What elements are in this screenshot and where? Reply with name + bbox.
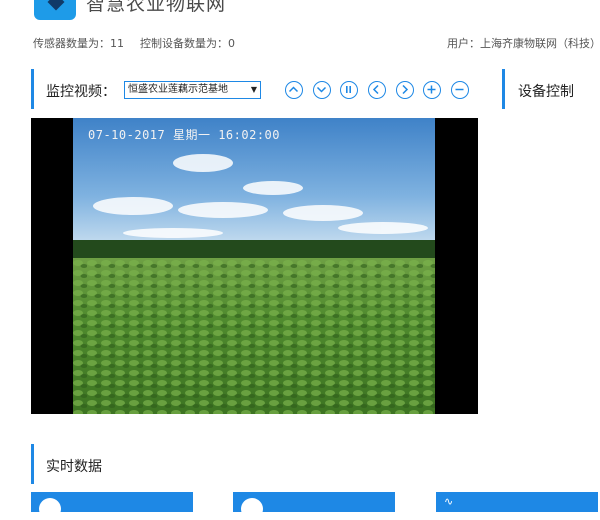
video-player[interactable] xyxy=(31,118,478,414)
minus-icon xyxy=(455,88,464,91)
up-button[interactable] xyxy=(285,81,303,99)
pause-icon xyxy=(346,86,351,93)
dropdown-arrow-icon: ▼ xyxy=(250,85,257,94)
camera-select[interactable]: 恒盛农业莲藕示范基地 ▼ xyxy=(124,81,261,99)
zoom-out-button[interactable] xyxy=(451,81,469,99)
video-timestamp: 07-10-2017 星期一 16:02:00 xyxy=(88,128,280,142)
down-button[interactable] xyxy=(313,81,331,99)
camera-select-value: 恒盛农业莲藕示范基地 xyxy=(128,84,228,95)
monitor-video-label: 监控视频： xyxy=(46,84,116,100)
video-frame-lotus-field xyxy=(73,118,435,414)
data-card[interactable] xyxy=(31,492,193,520)
pause-button[interactable] xyxy=(340,81,358,99)
control-device-count: 控制设备数量为：0 xyxy=(140,37,235,50)
user-info: 用户：上海齐康物联网（科技） xyxy=(447,37,600,50)
zoom-in-button[interactable] xyxy=(423,81,441,99)
chevron-right-icon xyxy=(402,84,409,95)
device-control-section-bar xyxy=(502,69,505,109)
chart-icon: ∿ xyxy=(444,495,454,508)
sensor-icon xyxy=(241,498,263,520)
realtime-data-label: 实时数据 xyxy=(46,459,102,475)
sensor-icon xyxy=(39,498,61,520)
chevron-left-icon xyxy=(372,84,379,95)
monitor-section-bar xyxy=(31,69,34,109)
logo-diamond-icon xyxy=(47,0,65,11)
data-card[interactable]: ∿ xyxy=(436,492,598,512)
app-title: 智慧农业物联网 xyxy=(86,0,227,15)
right-button[interactable] xyxy=(396,81,414,99)
plus-icon xyxy=(427,85,436,94)
device-control-label: 设备控制 xyxy=(518,84,574,100)
realtime-section-bar xyxy=(31,444,34,484)
left-button[interactable] xyxy=(368,81,386,99)
sensor-count: 传感器数量为：11 xyxy=(33,37,124,50)
app-logo xyxy=(34,0,76,20)
chevron-down-icon xyxy=(316,86,327,93)
chevron-up-icon xyxy=(288,86,299,93)
data-card[interactable] xyxy=(233,492,395,520)
